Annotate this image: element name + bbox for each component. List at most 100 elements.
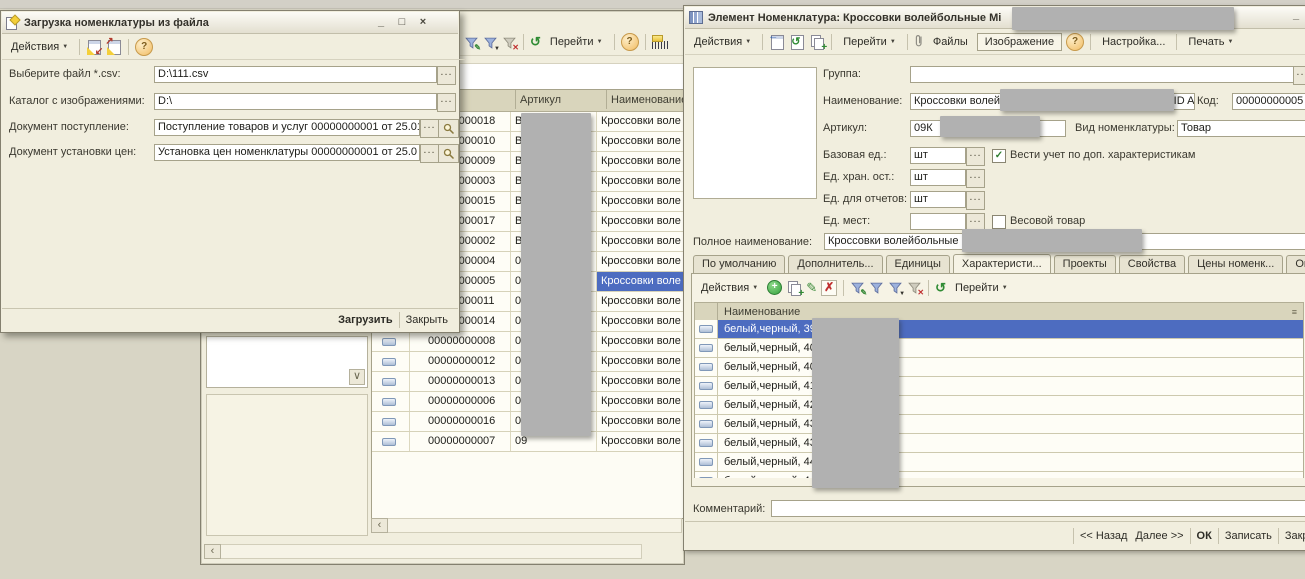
characteristic-row[interactable]: белый,черный, 44.5, 0: [695, 472, 1303, 478]
characteristic-row[interactable]: белый,черный, 43.5, 0: [695, 434, 1303, 453]
characteristic-row[interactable]: белый,черный, 40.5, 0: [695, 358, 1303, 377]
storage-unit-field[interactable]: шт: [910, 169, 966, 186]
redaction-box: [962, 229, 1142, 252]
close-button[interactable]: Закрыть: [402, 312, 452, 328]
refresh-icon[interactable]: ↺: [530, 34, 541, 50]
minimize-button[interactable]: _: [1289, 9, 1303, 23]
weight-item-checkbox[interactable]: [992, 215, 1006, 229]
next-button[interactable]: Далее >>: [1131, 528, 1187, 544]
receipt-doc-field[interactable]: Поступление товаров и услуг 00000000001 …: [154, 119, 420, 136]
goto-button[interactable]: Перейти ▼: [950, 280, 1013, 296]
receipt-doc-open-button[interactable]: [438, 119, 459, 138]
item-picture-box[interactable]: [693, 67, 817, 199]
characteristic-row[interactable]: белый,черный, 39, 09К: [695, 320, 1303, 339]
column-name[interactable]: Наименование: [607, 90, 684, 109]
tab-описание[interactable]: Описание: [1286, 255, 1305, 273]
base-unit-select-button[interactable]: ...: [966, 147, 985, 166]
places-unit-field[interactable]: [910, 213, 966, 230]
csv-file-field[interactable]: D:\111.csv: [154, 66, 437, 83]
storage-unit-select-button[interactable]: ...: [966, 169, 985, 188]
group-field[interactable]: [910, 66, 1295, 83]
help-icon[interactable]: ?: [1066, 33, 1084, 51]
load-button[interactable]: Загрузить: [334, 312, 397, 328]
filter-dropdown-icon[interactable]: ▼: [888, 280, 903, 295]
tab-единицы[interactable]: Единицы: [886, 255, 950, 273]
import-file-icon[interactable]: ↙: [86, 39, 102, 55]
tab-характеристи-[interactable]: Характеристи...: [953, 254, 1051, 274]
items-table-hscrollbar[interactable]: ‹: [371, 518, 683, 533]
price-doc-field[interactable]: Установка цен номенклатуры 00000000001 о…: [154, 144, 420, 161]
image-folder-browse-button[interactable]: ...: [437, 93, 456, 112]
actions-button[interactable]: Действия ▼: [6, 39, 73, 55]
kind-field[interactable]: Товар: [1177, 120, 1305, 137]
help-icon[interactable]: ?: [135, 38, 153, 56]
edit-icon[interactable]: ✎: [806, 280, 817, 296]
characteristic-row[interactable]: белый,черный, 43, 09К: [695, 415, 1303, 434]
price-doc-label: Документ установки цен:: [9, 146, 136, 158]
cell-name: белый,черный, 43.5, 0: [718, 434, 1303, 452]
delete-icon[interactable]: ✗: [821, 280, 837, 296]
code-field[interactable]: 00000000005: [1232, 93, 1305, 110]
filter-icon[interactable]: [869, 280, 884, 295]
reread-icon[interactable]: ↺: [789, 34, 805, 50]
copy-icon[interactable]: +: [809, 34, 825, 50]
tab-проекты[interactable]: Проекты: [1054, 255, 1116, 273]
maximize-button[interactable]: □: [395, 16, 409, 30]
price-doc-open-button[interactable]: [438, 144, 459, 163]
group-select-button[interactable]: ...: [1293, 66, 1305, 85]
receipt-doc-select-button[interactable]: ...: [420, 119, 439, 138]
settings-button[interactable]: Настройка...: [1097, 34, 1170, 50]
actions-button[interactable]: Действия ▼: [689, 34, 756, 50]
add-icon[interactable]: +: [767, 280, 782, 295]
image-folder-field[interactable]: D:\: [154, 93, 437, 110]
tab-цены-номенк-[interactable]: Цены номенк...: [1188, 255, 1283, 273]
clear-filter-icon[interactable]: ✕: [502, 35, 517, 50]
minimize-button[interactable]: _: [374, 16, 388, 30]
tab-по-умолчанию[interactable]: По умолчанию: [693, 255, 785, 273]
characteristic-row[interactable]: белый,черный, 40, 09К: [695, 339, 1303, 358]
help-icon[interactable]: ?: [621, 33, 639, 51]
goto-button[interactable]: Перейти ▼: [838, 34, 901, 50]
copy-icon[interactable]: +: [786, 280, 802, 296]
write-button[interactable]: Записать: [1221, 528, 1276, 544]
dropdown-button[interactable]: ∨: [349, 369, 365, 385]
tab-свойства[interactable]: Свойства: [1119, 255, 1185, 273]
ok-button[interactable]: ОК: [1193, 528, 1216, 544]
close-button[interactable]: Закрыть: [1281, 528, 1305, 544]
refresh-icon[interactable]: ↺: [935, 280, 946, 296]
bottom-button-bar: << Назад Далее >> ОК Записать Закрыть: [685, 521, 1305, 549]
characteristic-row[interactable]: белый,черный, 42, 09К: [695, 396, 1303, 415]
files-button[interactable]: Файлы: [928, 34, 973, 50]
report-unit-select-button[interactable]: ...: [966, 191, 985, 210]
extra-characteristics-checkbox[interactable]: ✓: [992, 149, 1006, 163]
barcode-icon[interactable]: [652, 35, 669, 49]
comment-field[interactable]: [771, 500, 1305, 517]
filter-settings-icon[interactable]: ✎: [850, 280, 865, 295]
report-unit-field[interactable]: шт: [910, 191, 966, 208]
price-doc-select-button[interactable]: ...: [420, 144, 439, 163]
close-icon[interactable]: ×: [416, 16, 430, 30]
actions-button[interactable]: Действия ▼: [696, 280, 763, 296]
clear-filter-icon[interactable]: ✕: [907, 280, 922, 295]
print-button[interactable]: Печать ▼: [1183, 34, 1238, 50]
column-name[interactable]: Наименование: [718, 303, 1292, 321]
tab-дополнитель-[interactable]: Дополнитель...: [788, 255, 882, 273]
characteristic-row[interactable]: белый,черный, 41, 09К: [695, 377, 1303, 396]
scroll-left-icon[interactable]: ‹: [371, 518, 388, 533]
base-unit-field[interactable]: шт: [910, 147, 966, 164]
back-button[interactable]: << Назад: [1076, 528, 1131, 544]
write-icon[interactable]: ←: [769, 34, 785, 50]
export-file-icon[interactable]: ↗: [106, 39, 122, 55]
goto-button[interactable]: Перейти ▼: [545, 34, 608, 50]
csv-file-browse-button[interactable]: ...: [437, 66, 456, 85]
column-articul[interactable]: Артикул: [516, 90, 607, 109]
filter-dropdown-icon[interactable]: ▼: [483, 35, 498, 50]
window-hscrollbar[interactable]: ‹: [204, 544, 660, 559]
filter-settings-icon[interactable]: ✎: [464, 35, 479, 50]
image-button[interactable]: Изображение: [977, 33, 1062, 51]
scroll-left-icon[interactable]: ‹: [204, 544, 221, 559]
chevron-down-icon: ▼: [597, 39, 603, 45]
characteristic-row[interactable]: белый,черный, 44, 09К: [695, 453, 1303, 472]
magnifier-icon: [443, 123, 455, 135]
dialog-titlebar[interactable]: Загрузка номенклатуры из файла _ □ ×: [2, 12, 458, 34]
